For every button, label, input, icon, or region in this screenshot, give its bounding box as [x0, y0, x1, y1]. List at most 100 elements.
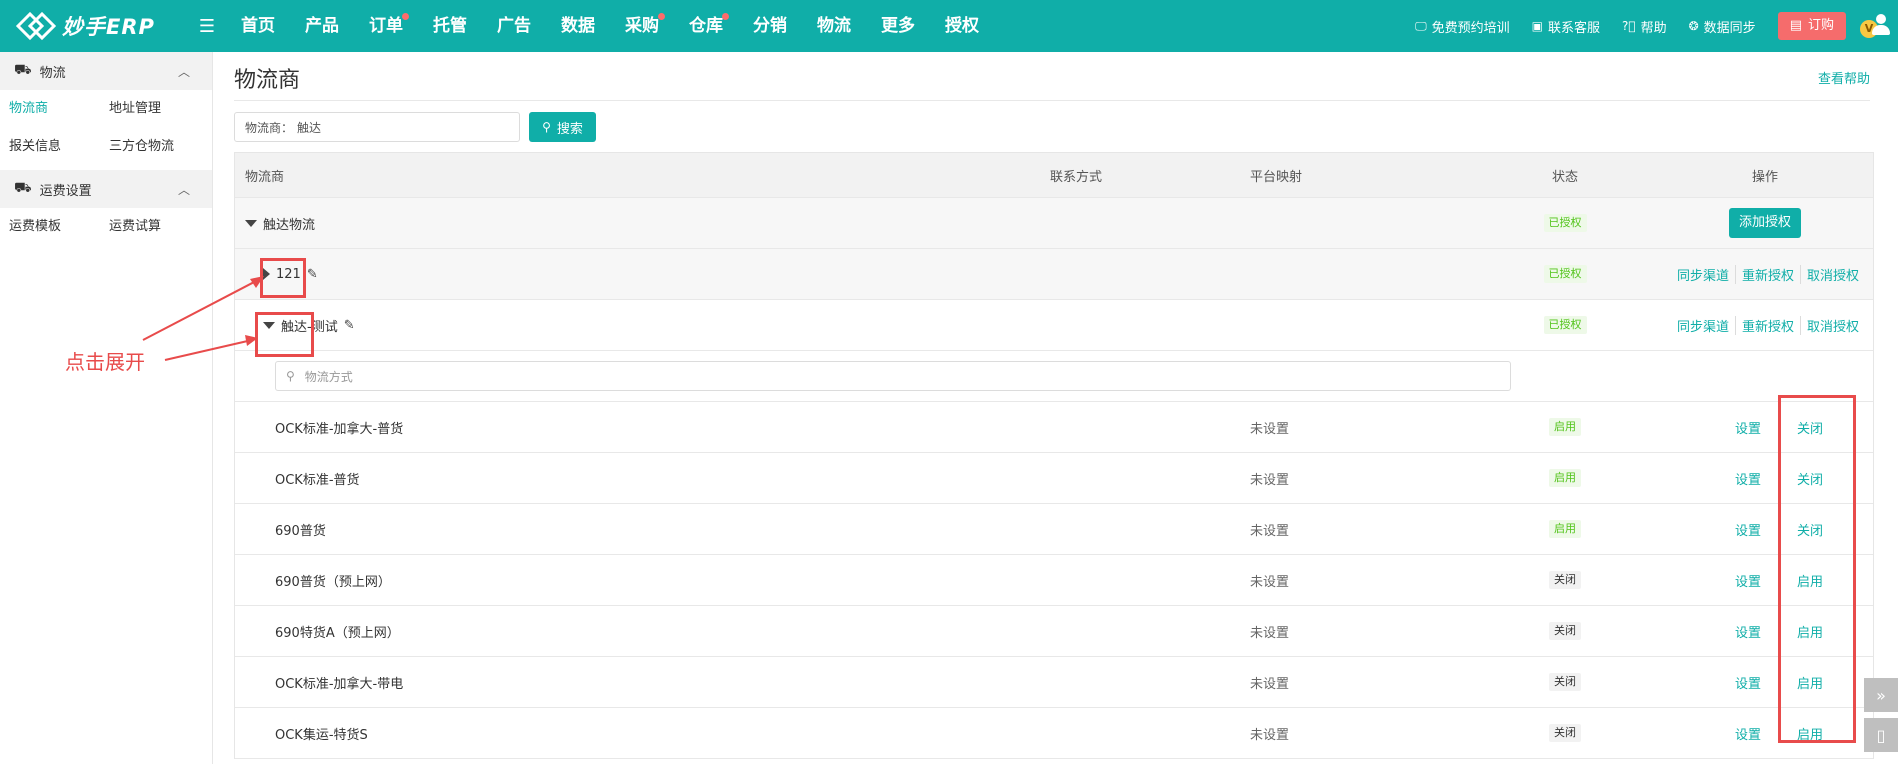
service-link[interactable]: ▣ 联系客服: [1532, 17, 1600, 36]
nav-item-4[interactable]: 广告: [482, 0, 546, 52]
notification-dot: [658, 13, 665, 20]
mobile-button[interactable]: ▯: [1864, 718, 1898, 752]
chat-icon: ▣: [1531, 19, 1543, 33]
edit-pencil-icon[interactable]: ✎: [344, 318, 355, 333]
nav-item-2[interactable]: 订单: [354, 0, 418, 52]
status-badge: 关闭: [1549, 724, 1581, 742]
header-status: 状态: [1551, 169, 1578, 185]
method-set-link[interactable]: 设置: [1735, 555, 1761, 605]
sidebar: ⛟ 物流 ︿ 物流商 地址管理 报关信息 三方仓物流 ⛟ 运费设置 ︿ 运费模板 运费试算: [0, 52, 213, 764]
header-platform: 平台映射: [1250, 169, 1303, 185]
account-op-link[interactable]: 取消授权: [1799, 264, 1865, 284]
nav-item-0[interactable]: 首页: [226, 0, 290, 52]
nav-item-5[interactable]: 数据: [546, 0, 610, 52]
provider-search-input[interactable]: 物流商： 触达: [234, 112, 520, 142]
logo-text: 妙手ERP: [62, 15, 155, 39]
order-button[interactable]: ▤ 订购: [1777, 12, 1846, 40]
nav-item-label: 首页: [241, 16, 275, 36]
nav-item-10[interactable]: 更多: [866, 0, 930, 52]
sidebar-group-0[interactable]: ⛟ 物流 ︿: [0, 52, 212, 90]
view-help-link[interactable]: 查看帮助: [1818, 68, 1870, 87]
logo[interactable]: 妙手ERP: [0, 0, 188, 52]
method-status-cell: 关闭: [1535, 708, 1595, 758]
nav-item-8[interactable]: 分销: [738, 0, 802, 52]
provider-ops-cell: 添加授权: [1655, 198, 1875, 248]
nav-item-1[interactable]: 产品: [290, 0, 354, 52]
provider-name-cell[interactable]: 触达物流: [245, 198, 315, 248]
nav-item-label: 更多: [881, 16, 915, 36]
sync-link[interactable]: ❂ 数据同步: [1689, 17, 1756, 36]
search-icon: ⚲: [542, 120, 551, 134]
truck-icon: ⛟: [14, 180, 32, 196]
main-nav: 首页 产品 订单 托管 广告 数据 采购 仓库 分销 物流 更多 授权: [226, 0, 994, 52]
nav-item-label: 物流: [817, 16, 851, 36]
method-row: 690普货 未设置 启用 设置 关闭: [235, 504, 1873, 555]
account-op-link[interactable]: 同步渠道: [1671, 316, 1735, 335]
method-set-link[interactable]: 设置: [1735, 402, 1761, 452]
method-set-link[interactable]: 设置: [1735, 504, 1761, 554]
nav-item-9[interactable]: 物流: [802, 0, 866, 52]
method-row: 690普货（预上网） 未设置 关闭 设置 启用: [235, 555, 1873, 606]
sidebar-item[interactable]: 地址管理: [109, 90, 219, 128]
account-op-link[interactable]: 重新授权: [1734, 264, 1800, 284]
method-platform: 未设置: [1250, 574, 1290, 590]
method-row: OCK标准-普货 未设置 启用 设置 关闭: [235, 453, 1873, 504]
method-name: OCK标准-普货: [275, 472, 360, 488]
phone-icon: ▯: [1876, 725, 1886, 745]
account-op-link[interactable]: 取消授权: [1799, 315, 1865, 335]
add-authorization-button[interactable]: 添加授权: [1728, 208, 1801, 238]
edit-pencil-icon[interactable]: ✎: [307, 267, 318, 282]
account-status-cell: 已授权: [1535, 300, 1595, 350]
top-bar: 妙手ERP ☰ 首页 产品 订单 托管 广告 数据 采购 仓库 分销 物流 更多 授权 🖵 免费预约培训…: [0, 0, 1898, 52]
nav-item-label: 采购: [625, 16, 659, 36]
nav-item-label: 托管: [433, 16, 467, 36]
annotation-label: 点击展开: [65, 350, 145, 374]
nav-item-11[interactable]: 授权: [930, 0, 994, 52]
training-link[interactable]: 🖵 免费预约培训: [1415, 17, 1510, 36]
search-label: 物流商：: [245, 120, 294, 135]
search-button[interactable]: ⚲ 搜索: [529, 112, 596, 142]
method-platform: 未设置: [1250, 523, 1290, 539]
nav-item-7[interactable]: 仓库: [674, 0, 738, 52]
method-row: OCK标准-加拿大-普货 未设置 启用 设置 关闭: [235, 402, 1873, 453]
table-header: 物流商 联系方式 平台映射 状态 操作: [235, 152, 1873, 198]
method-status-cell: 关闭: [1535, 555, 1595, 605]
sidebar-item[interactable]: 物流商: [9, 90, 109, 128]
method-name: OCK集运-特货S: [275, 727, 368, 743]
method-name: OCK标准-加拿大-带电: [275, 676, 404, 692]
nav-item-6[interactable]: 采购: [610, 0, 674, 52]
nav-item-label: 订单: [369, 16, 403, 36]
method-set-link[interactable]: 设置: [1735, 708, 1761, 758]
sidebar-group-items: 运费模板 运费试算: [0, 208, 212, 250]
method-platform: 未设置: [1250, 727, 1290, 743]
avatar[interactable]: V: [1858, 10, 1890, 42]
account-status-cell: 已授权: [1535, 249, 1595, 299]
search-value: 触达: [297, 120, 322, 135]
sidebar-item[interactable]: 报关信息: [9, 128, 109, 166]
sidebar-item[interactable]: 三方仓物流: [109, 128, 219, 166]
sidebar-group-1[interactable]: ⛟ 运费设置 ︿: [0, 170, 212, 208]
expand-panel-button[interactable]: »: [1864, 678, 1898, 712]
account-op-link[interactable]: 同步渠道: [1671, 265, 1735, 284]
method-filter-input[interactable]: ⚲ 物流方式: [275, 361, 1511, 391]
method-set-link[interactable]: 设置: [1735, 606, 1761, 656]
nav-item-label: 广告: [497, 16, 531, 36]
bag-icon: ▤: [1789, 18, 1802, 33]
method-set-link[interactable]: 设置: [1735, 657, 1761, 707]
nav-item-3[interactable]: 托管: [418, 0, 482, 52]
user-icon: [1872, 14, 1890, 36]
method-status-cell: 关闭: [1535, 606, 1595, 656]
nav-item-label: 产品: [305, 16, 339, 36]
logo-icon: [15, 11, 57, 41]
divider: [234, 100, 1870, 101]
method-status-cell: 关闭: [1535, 657, 1595, 707]
sidebar-item[interactable]: 运费模板: [9, 208, 109, 246]
help-link[interactable]: ?⃝ 帮助: [1622, 17, 1667, 36]
menu-toggle-icon[interactable]: ☰: [188, 0, 226, 52]
account-op-link[interactable]: 重新授权: [1734, 315, 1800, 335]
chevron-up-icon: ︿: [177, 65, 190, 79]
collapse-triangle-icon[interactable]: [245, 219, 257, 227]
method-set-link[interactable]: 设置: [1735, 453, 1761, 503]
sidebar-item[interactable]: 运费试算: [109, 208, 219, 246]
account-ops: 同步渠道 重新授权 取消授权: [1671, 300, 1865, 350]
